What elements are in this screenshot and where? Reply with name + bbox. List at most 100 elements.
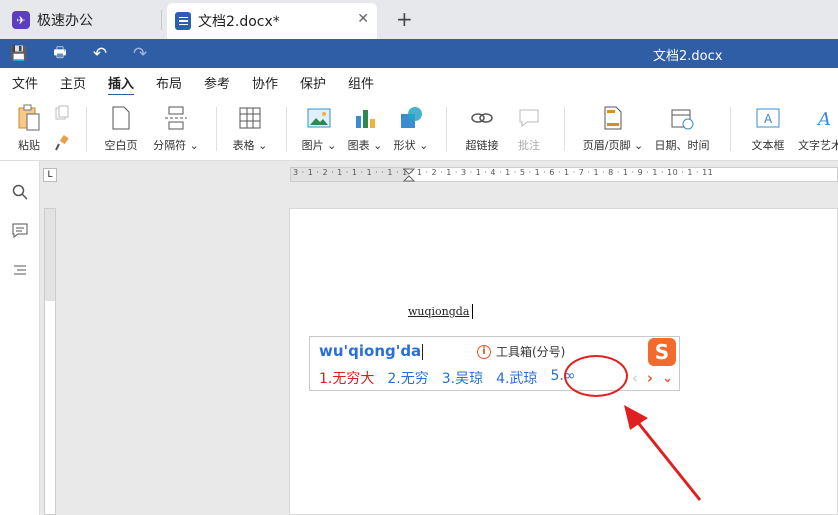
textart-label: 文字艺术 — [798, 139, 838, 152]
left-sidebar — [0, 161, 40, 515]
paste-button[interactable]: 粘贴 — [12, 104, 46, 153]
textart-icon: A — [798, 105, 838, 131]
ribbon-insert: 粘贴 空白页 分隔符 ⌄ 表格 ⌄ 图片 ⌄ 图表 ⌄ 形状 ⌄ 超链接 批注 … — [0, 95, 838, 161]
tab-divider — [161, 10, 162, 30]
datetime-label: 日期、时间 — [654, 139, 710, 152]
ime-toolbox-button[interactable]: i 工具箱(分号) — [477, 343, 565, 360]
comment-label: 批注 — [518, 139, 540, 152]
blank-page-icon — [100, 105, 142, 131]
image-icon — [300, 105, 338, 131]
menu-plugins[interactable]: 组件 — [348, 73, 374, 92]
sogou-logo-icon[interactable]: S — [648, 338, 676, 366]
menu-layout[interactable]: 布局 — [156, 73, 182, 92]
prev-page-icon[interactable]: ‹ — [632, 369, 638, 387]
textart-button[interactable]: A 文字艺术 — [798, 105, 838, 153]
table-icon — [230, 105, 270, 131]
rocket-icon: ✈ — [12, 11, 30, 29]
comment-icon — [512, 105, 546, 131]
header-footer-button[interactable]: 页眉/页脚 ⌄ — [582, 105, 644, 153]
ime-input-text: wu'qiong'da — [319, 342, 422, 360]
table-button[interactable]: 表格 ⌄ — [230, 105, 270, 153]
undo-icon[interactable]: ↶ — [91, 44, 109, 64]
window-title: 文档2.docx — [653, 49, 723, 64]
blank-page-label: 空白页 — [104, 139, 138, 152]
calendar-icon — [652, 105, 712, 131]
navigation-icon[interactable] — [11, 261, 29, 279]
ribbon-divider — [86, 107, 87, 151]
menu-protect[interactable]: 保护 — [300, 73, 326, 92]
ime-pager: ‹ › ⌄ — [632, 369, 673, 387]
bar-chart-icon — [346, 105, 384, 131]
indent-marker[interactable] — [403, 168, 415, 182]
textbox-label: 文本框 — [751, 139, 785, 152]
svg-text:A: A — [764, 112, 773, 126]
close-icon[interactable]: ✕ — [357, 11, 369, 27]
ime-candidate-2[interactable]: 2.无穷 — [387, 368, 428, 388]
document-tab[interactable]: 文档2.docx* ✕ — [167, 3, 377, 39]
vertical-ruler[interactable] — [44, 208, 56, 515]
quick-access-bar: 💾 🖶 ↶ ↷ 文档2.docx — [0, 39, 838, 68]
ribbon-divider — [564, 107, 565, 151]
ime-candidate-4[interactable]: 4.武琼 — [496, 368, 537, 388]
copy-icon[interactable] — [54, 105, 70, 124]
tab-bar: ✈ 极速办公 文档2.docx* ✕ + — [0, 0, 838, 39]
document-tab-label: 文档2.docx* — [198, 14, 280, 30]
app-tab[interactable]: ✈ 极速办公 — [4, 6, 160, 34]
shape-icon — [392, 105, 430, 131]
link-icon — [462, 105, 502, 131]
separator-button[interactable]: 分隔符 ⌄ — [150, 105, 202, 153]
paste-label: 粘贴 — [18, 139, 40, 152]
hyperlink-label: 超链接 — [465, 139, 499, 152]
comment-button[interactable]: 批注 — [512, 105, 546, 153]
chart-label: 图表 ⌄ — [347, 139, 383, 152]
redo-icon[interactable]: ↷ — [131, 44, 149, 64]
print-icon[interactable]: 🖶 — [51, 45, 69, 62]
chart-button[interactable]: 图表 ⌄ — [346, 105, 384, 153]
menu-bar: 文件 主页 插入 布局 参考 协作 保护 组件 — [0, 68, 838, 96]
tab-stop-selector[interactable]: L — [43, 168, 57, 182]
new-tab-button[interactable]: + — [396, 7, 413, 31]
menu-references[interactable]: 参考 — [204, 73, 230, 92]
format-painter-icon[interactable] — [54, 135, 70, 154]
expand-icon[interactable]: ⌄ — [662, 371, 673, 386]
ribbon-divider — [446, 107, 447, 151]
next-page-icon[interactable]: › — [647, 369, 653, 387]
menu-insert[interactable]: 插入 — [108, 73, 135, 96]
app-tab-label: 极速办公 — [37, 13, 93, 29]
table-label: 表格 ⌄ — [232, 139, 268, 152]
header-footer-label: 页眉/页脚 ⌄ — [582, 139, 644, 152]
textbox-icon: A — [748, 105, 788, 131]
shape-label: 形状 ⌄ — [393, 139, 429, 152]
typed-text: wuqiongda — [408, 305, 470, 318]
ime-candidate-list: 1.无穷大 2.无穷 3.吴琼 4.武琼 5.∞ — [319, 368, 588, 388]
ribbon-divider — [216, 107, 217, 151]
datetime-button[interactable]: 日期、时间 — [652, 105, 712, 153]
horizontal-ruler[interactable]: 3 · 1 · 2 · 1 · 1 · 1 · · 1 · 1 · 1 · 2 … — [290, 167, 838, 182]
menu-home[interactable]: 主页 — [60, 73, 86, 92]
menu-collaborate[interactable]: 协作 — [252, 73, 278, 92]
comments-icon[interactable] — [11, 222, 29, 240]
image-button[interactable]: 图片 ⌄ — [300, 105, 338, 153]
image-label: 图片 ⌄ — [301, 139, 337, 152]
ribbon-divider — [730, 107, 731, 151]
save-icon[interactable]: 💾 — [10, 45, 28, 62]
menu-file[interactable]: 文件 — [12, 73, 38, 92]
ime-toolbox-label: 工具箱(分号) — [496, 345, 566, 359]
blank-page-button[interactable]: 空白页 — [100, 105, 142, 153]
annotation-circle — [564, 355, 628, 397]
header-footer-icon — [582, 105, 644, 131]
ime-candidate-3[interactable]: 3.吴琼 — [442, 368, 483, 388]
ime-candidate-1[interactable]: 1.无穷大 — [319, 368, 374, 388]
text-caret — [472, 304, 473, 319]
separator-label: 分隔符 ⌄ — [153, 139, 199, 152]
info-icon: i — [477, 344, 491, 359]
clipboard-icon — [12, 104, 46, 131]
shape-button[interactable]: 形状 ⌄ — [392, 105, 430, 153]
textbox-button[interactable]: A 文本框 — [748, 105, 788, 153]
page-break-icon — [150, 105, 202, 131]
hyperlink-button[interactable]: 超链接 — [462, 105, 502, 153]
search-icon[interactable] — [11, 183, 29, 201]
ime-composition: wu'qiong'da — [319, 342, 424, 360]
svg-text:A: A — [816, 109, 831, 129]
ribbon-divider — [286, 107, 287, 151]
